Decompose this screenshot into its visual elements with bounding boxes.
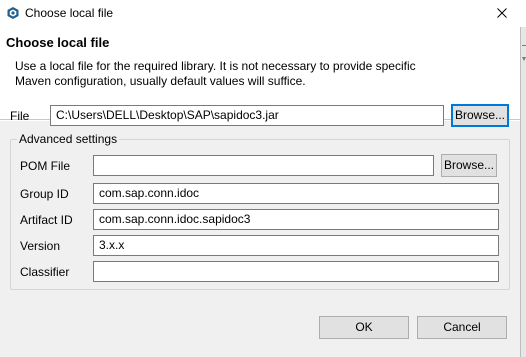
edge-arrow-icon xyxy=(522,57,526,63)
version-field[interactable]: 3.x.x xyxy=(93,235,499,256)
file-path-field[interactable]: C:\Users\DELL\Desktop\SAP\sapidoc3.jar xyxy=(50,105,444,126)
title-bar: Choose local file xyxy=(0,0,526,27)
classifier-field[interactable] xyxy=(93,261,499,282)
window-title: Choose local file xyxy=(25,6,114,20)
file-label: File xyxy=(10,109,30,123)
pom-browse-button[interactable]: Browse... xyxy=(441,154,497,177)
background-window-edge xyxy=(520,27,526,357)
ok-button[interactable]: OK xyxy=(319,316,409,339)
header-description: Use a local file for the required librar… xyxy=(15,59,416,88)
artifact-id-field[interactable]: com.sap.conn.idoc.sapidoc3 xyxy=(93,209,499,230)
pom-file-label: POM File xyxy=(20,159,71,173)
classifier-label: Classifier xyxy=(20,265,70,279)
version-label: Version xyxy=(20,239,61,253)
artifact-id-label: Artifact ID xyxy=(20,213,73,227)
cancel-button[interactable]: Cancel xyxy=(417,316,507,339)
group-id-field[interactable]: com.sap.conn.idoc xyxy=(93,183,499,204)
app-logo-icon xyxy=(6,6,20,20)
edge-mark xyxy=(522,45,526,46)
header-title: Choose local file xyxy=(6,35,110,50)
pom-file-field[interactable] xyxy=(93,155,434,176)
close-button[interactable] xyxy=(488,0,516,27)
advanced-settings-legend: Advanced settings xyxy=(17,132,120,146)
group-id-label: Group ID xyxy=(20,187,69,201)
close-icon xyxy=(497,7,507,21)
file-browse-button[interactable]: Browse... xyxy=(451,104,509,127)
